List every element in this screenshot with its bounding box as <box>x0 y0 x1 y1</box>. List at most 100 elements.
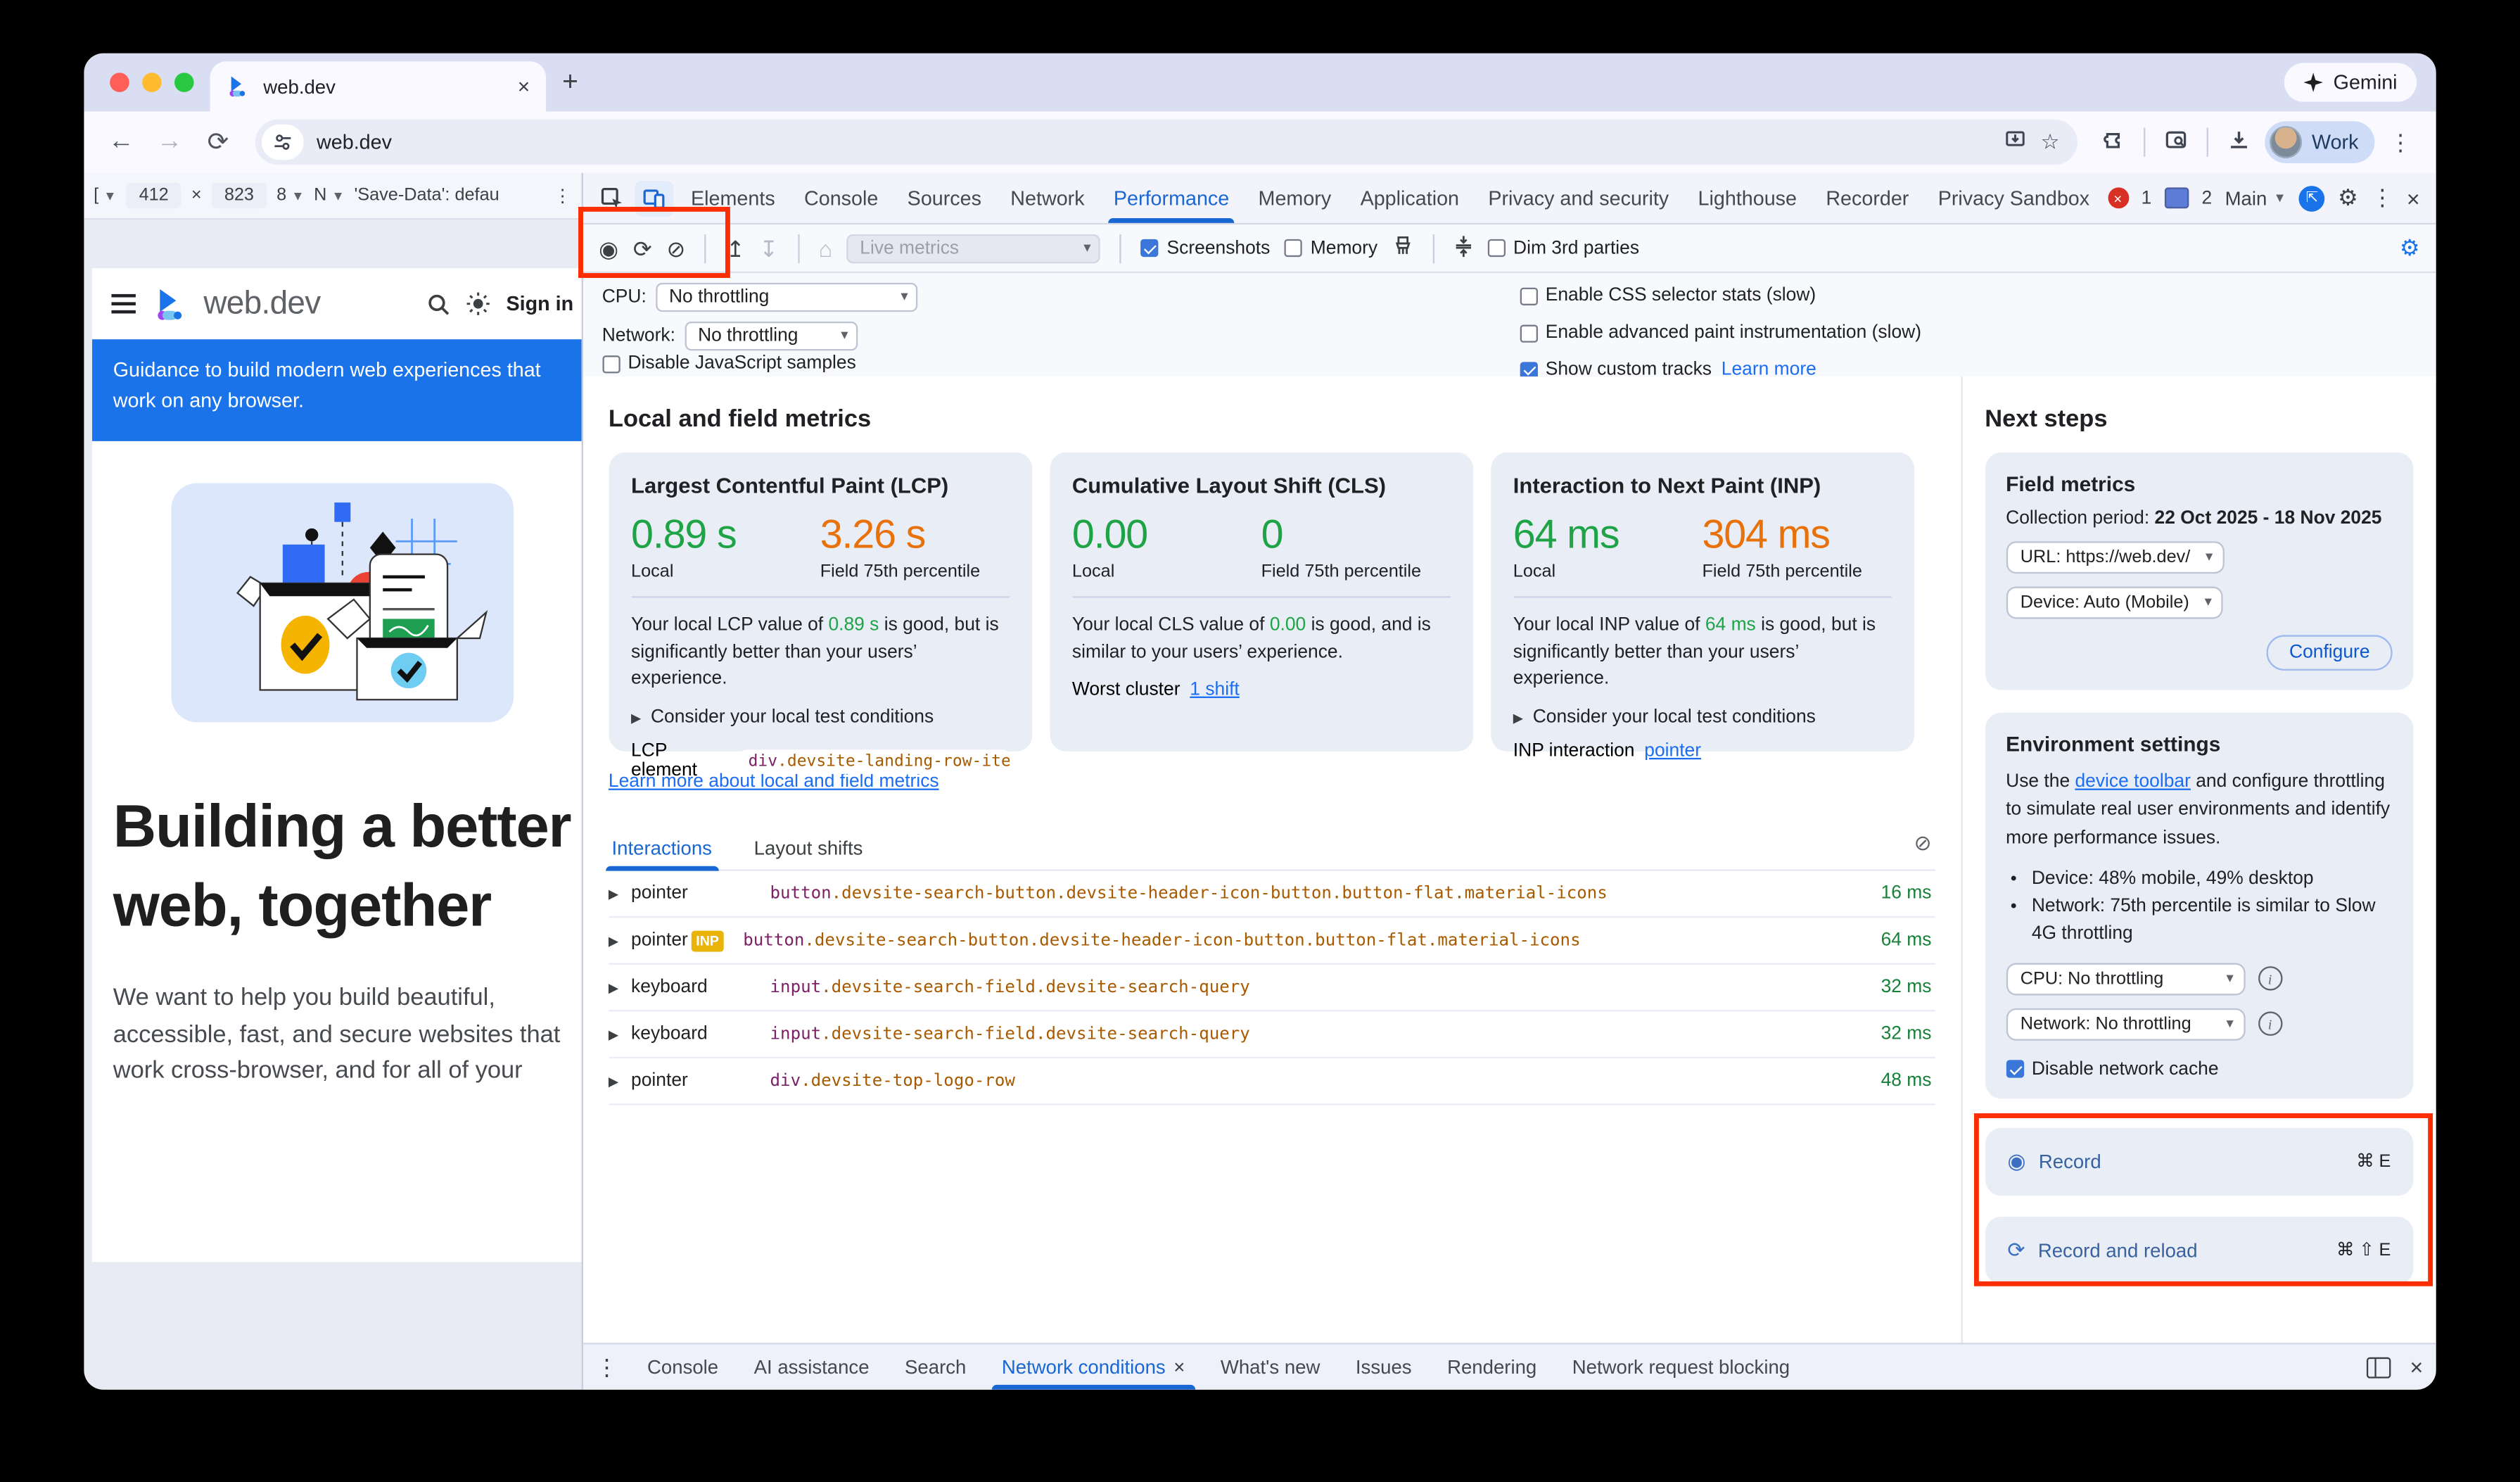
signin-button[interactable]: Sign in <box>506 293 573 315</box>
configure-button[interactable]: Configure <box>2267 635 2393 671</box>
zoom-select[interactable]: 8 ▼ <box>276 186 304 205</box>
paint-instrumentation-checkbox[interactable]: Enable advanced paint instrumentation (s… <box>1520 323 1921 343</box>
tab-privacy-sandbox[interactable]: Privacy Sandbox <box>1923 173 2104 223</box>
devtools-menu-icon[interactable]: ⋮ <box>2371 184 2393 212</box>
device-posture-icon[interactable]: ⇱ <box>2299 185 2325 211</box>
maximize-window-button[interactable] <box>174 72 194 92</box>
device-width-input[interactable]: 412 <box>126 182 182 208</box>
error-count[interactable]: 1 <box>2142 189 2152 208</box>
tab-console[interactable]: Console <box>789 173 893 223</box>
cls-worst-link[interactable]: 1 shift <box>1190 680 1239 700</box>
garbage-collect-icon[interactable] <box>1392 236 1413 260</box>
save-data-label[interactable]: 'Save-Data': defau <box>354 186 499 205</box>
field-url-select[interactable]: URL: https://web.dev/ <box>2006 541 2224 574</box>
devtools-close-icon[interactable]: × <box>2407 185 2420 211</box>
hamburger-menu-icon[interactable] <box>111 294 135 314</box>
perf-settings-gear-icon[interactable]: ⚙ <box>2400 234 2420 262</box>
throttle-select[interactable]: N ▼ <box>314 186 344 205</box>
clear-log-icon[interactable]: ⊘ <box>1914 830 1931 856</box>
interactions-tab[interactable]: Interactions <box>609 828 715 870</box>
disable-network-cache-checkbox[interactable]: Disable network cache <box>2006 1059 2393 1079</box>
lcp-consider-expand[interactable]: ▶Consider your local test conditions <box>631 708 1009 728</box>
profile-chip[interactable]: Work <box>2265 121 2374 163</box>
tab-lighthouse[interactable]: Lighthouse <box>1684 173 1812 223</box>
theme-toggle-icon[interactable] <box>466 291 492 317</box>
reload-button[interactable]: ⟳ <box>197 126 239 158</box>
tab-sources[interactable]: Sources <box>893 173 996 223</box>
tab-close-icon[interactable]: × <box>518 75 530 99</box>
drawer-tab-rendering[interactable]: Rendering <box>1431 1344 1553 1389</box>
downloads-icon[interactable] <box>2220 129 2258 156</box>
tab-memory[interactable]: Memory <box>1244 173 1346 223</box>
site-brand[interactable]: web.dev <box>203 285 320 322</box>
network-info-icon[interactable]: i <box>2258 1011 2282 1035</box>
error-badge-icon[interactable]: × <box>2107 187 2128 208</box>
drawer-menu-icon[interactable]: ⋮ <box>596 1353 618 1381</box>
drawer-tab-issues[interactable]: Issues <box>1339 1344 1428 1389</box>
forward-button[interactable]: → <box>148 127 191 156</box>
site-settings-icon[interactable] <box>262 125 304 160</box>
new-tab-button[interactable]: + <box>562 66 578 99</box>
collapse-icon[interactable] <box>1453 236 1473 260</box>
gemini-button[interactable]: Gemini <box>2285 63 2417 102</box>
issues-icon[interactable] <box>2165 187 2189 208</box>
css-selector-stats-checkbox[interactable]: Enable CSS selector stats (slow) <box>1520 286 1816 305</box>
inp-interaction-link[interactable]: pointer <box>1644 742 1701 761</box>
issues-count[interactable]: 2 <box>2202 189 2213 208</box>
drawer-tab-search[interactable]: Search <box>889 1344 982 1389</box>
drawer-close-icon[interactable]: × <box>2410 1354 2424 1380</box>
install-icon[interactable] <box>1997 129 2032 156</box>
drawer-tab-network-request-blocking[interactable]: Network request blocking <box>1556 1344 1806 1389</box>
device-toolbar-link[interactable]: device toolbar <box>2075 773 2190 792</box>
interaction-row[interactable]: ▶pointer div.devsite-top-logo-row 48 ms <box>609 1058 1935 1106</box>
interaction-row[interactable]: ▶pointer INP button.devsite-search-butto… <box>609 918 1935 965</box>
interaction-row[interactable]: ▶pointer button.devsite-search-button.de… <box>609 871 1935 918</box>
cpu-throttling-select[interactable]: No throttling <box>656 283 918 312</box>
back-button[interactable]: ← <box>100 127 142 156</box>
drawer-tab-ai-assistance[interactable]: AI assistance <box>738 1344 886 1389</box>
search-icon[interactable] <box>427 291 451 315</box>
save-profile-icon[interactable]: ↧ <box>759 236 778 259</box>
interaction-row[interactable]: ▶keyboard input.devsite-search-field.dev… <box>609 1011 1935 1058</box>
browser-tab[interactable]: web.dev × <box>210 61 547 111</box>
traffic-lights[interactable] <box>110 72 193 92</box>
env-network-select[interactable]: Network: No throttling <box>2006 1008 2245 1040</box>
layout-shifts-tab[interactable]: Layout shifts <box>751 828 866 870</box>
browser-menu-icon[interactable]: ⋮ <box>2381 129 2420 156</box>
hero-illustration <box>171 483 514 722</box>
tab-performance[interactable]: Performance <box>1099 173 1244 223</box>
cpu-info-icon[interactable]: i <box>2258 966 2282 990</box>
inp-consider-expand[interactable]: ▶Consider your local test conditions <box>1513 708 1891 728</box>
screenshots-checkbox[interactable]: Screenshots <box>1141 239 1271 258</box>
minimize-window-button[interactable] <box>142 72 162 92</box>
tab-network[interactable]: Network <box>996 173 1100 223</box>
drawer-tab-whats-new[interactable]: What's new <box>1204 1344 1336 1389</box>
tab-search-icon[interactable] <box>2157 129 2196 156</box>
device-select[interactable]: [ ▼ <box>94 186 116 205</box>
lcp-element-link[interactable]: div.devsite-landing-row-ite… <box>740 749 1009 773</box>
extensions-icon[interactable] <box>2094 129 2132 156</box>
target-select[interactable]: Main▼ <box>2225 186 2286 209</box>
tab-application[interactable]: Application <box>1346 173 1474 223</box>
drawer-tab-close-icon[interactable]: × <box>1173 1356 1185 1379</box>
disable-js-samples-checkbox[interactable]: Disable JavaScript samples <box>602 354 856 374</box>
tab-recorder[interactable]: Recorder <box>1812 173 1923 223</box>
url-text[interactable]: web.dev <box>317 131 1997 153</box>
drawer-layout-icon[interactable] <box>2367 1357 2391 1378</box>
memory-checkbox[interactable]: Memory <box>1285 239 1377 258</box>
interaction-row[interactable]: ▶keyboard input.devsite-search-field.dev… <box>609 965 1935 1012</box>
close-window-button[interactable] <box>110 72 129 92</box>
home-icon[interactable]: ⌂ <box>819 236 832 259</box>
tab-privacy-security[interactable]: Privacy and security <box>1474 173 1684 223</box>
dim-3rd-parties-checkbox[interactable]: Dim 3rd parties <box>1487 239 1639 258</box>
field-device-select[interactable]: Device: Auto (Mobile) <box>2006 587 2223 619</box>
settings-gear-icon[interactable]: ⚙ <box>2338 184 2358 212</box>
device-toolbar-menu-icon[interactable]: ⋮ <box>554 185 571 206</box>
drawer-tab-network-conditions[interactable]: Network conditions× <box>986 1344 1201 1389</box>
drawer-tab-console[interactable]: Console <box>631 1344 734 1389</box>
omnibox[interactable]: web.dev ☆ <box>255 120 2077 165</box>
device-height-input[interactable]: 823 <box>211 182 267 208</box>
bookmark-star-icon[interactable]: ☆ <box>2032 129 2068 156</box>
network-throttling-select[interactable]: No throttling <box>685 322 858 350</box>
env-cpu-select[interactable]: CPU: No throttling <box>2006 962 2245 994</box>
